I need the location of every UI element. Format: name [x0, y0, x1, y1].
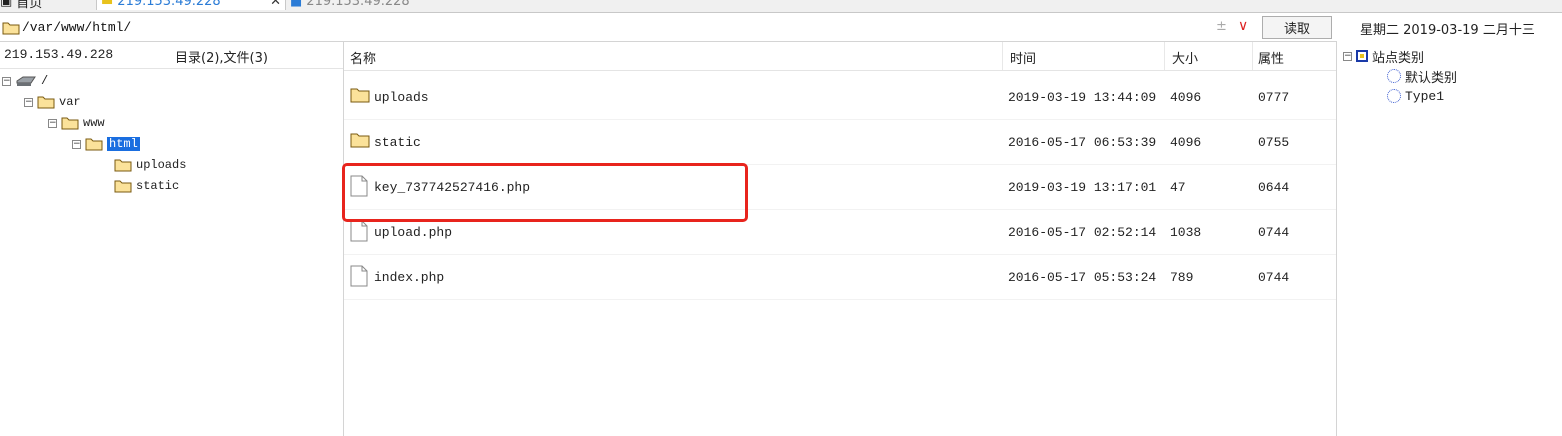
file-list-pane: 名称 时间 大小 属性 uploads 2019-03-19 13:44:09 …: [344, 42, 1337, 436]
category-circle-icon: [1387, 89, 1401, 103]
item-count-label: 目录(2),文件(3): [175, 51, 268, 66]
tree-label: www: [83, 116, 105, 130]
column-divider[interactable]: [1002, 42, 1003, 70]
collapse-toggle-icon[interactable]: −: [24, 97, 33, 107]
tree-label-selected: html: [107, 137, 140, 151]
category-item[interactable]: Type1: [1387, 87, 1444, 105]
file-icon: [350, 265, 368, 287]
tab-active-site[interactable]: ▬ 219.153.49.228 ✕: [96, 0, 286, 10]
monitor-icon: ■: [290, 0, 303, 9]
tab-other-label: 219.153.49.228: [306, 0, 410, 9]
directory-tree-pane: 219.153.49.228 目录(2),文件(3) − / − var − w…: [0, 42, 344, 436]
folder-icon: ▬: [101, 0, 114, 9]
tab-strip: ▣ 首页 ▬ 219.153.49.228 ✕ ■ 219.153.49.228: [0, 0, 1562, 13]
file-size: 789: [1170, 270, 1194, 285]
tab-active-label: 219.153.49.228: [117, 0, 221, 9]
home-icon: ▣: [0, 0, 13, 9]
category-item-label: Type1: [1405, 88, 1445, 104]
file-name: index.php: [374, 270, 445, 285]
folder-open-icon: [85, 138, 103, 151]
tab-home[interactable]: ▣ 首页: [0, 0, 43, 11]
site-category-pane: − 站点类别 默认类别 Type1: [1337, 42, 1562, 436]
date-display: 星期二 2019-03-19 二月十三: [1338, 15, 1562, 41]
highlight-annotation-box: [342, 163, 748, 222]
sort-arrows-icon[interactable]: ±: [1216, 19, 1227, 34]
folder-open-icon: [37, 96, 55, 109]
folder-icon: [350, 133, 370, 148]
tab-home-label: 首页: [16, 0, 43, 11]
file-time: 2019-03-19 13:44:09: [1008, 90, 1157, 105]
tree-node-uploads[interactable]: uploads: [114, 156, 186, 174]
tree-label: /: [41, 74, 49, 88]
tree-node-html[interactable]: − html: [72, 135, 140, 153]
column-header-time[interactable]: 时间: [1010, 48, 1036, 67]
tree-node-static[interactable]: static: [114, 177, 179, 195]
path-input[interactable]: /var/www/html/: [22, 20, 131, 35]
file-attr: 0744: [1258, 270, 1290, 285]
file-time: 2019-03-19 13:17:01: [1008, 180, 1157, 195]
category-item[interactable]: 默认类别: [1387, 67, 1458, 86]
file-size: 47: [1170, 180, 1186, 195]
file-time: 2016-05-17 06:53:39: [1008, 135, 1157, 150]
file-attr: 0644: [1258, 180, 1290, 195]
column-divider[interactable]: [1164, 42, 1165, 70]
file-row[interactable]: static 2016-05-17 06:53:39 4096 0755: [344, 119, 1336, 165]
folder-icon: [2, 22, 20, 35]
category-circle-icon: [1387, 69, 1401, 83]
file-size: 4096: [1170, 90, 1202, 105]
file-attr: 0744: [1258, 225, 1290, 240]
chevron-down-icon[interactable]: ∨: [1238, 18, 1248, 34]
file-size: 1038: [1170, 225, 1202, 240]
file-size: 4096: [1170, 135, 1202, 150]
collapse-toggle-icon[interactable]: −: [1343, 51, 1352, 61]
column-header-name[interactable]: 名称: [350, 48, 376, 67]
folder-icon: [114, 159, 132, 172]
column-header-attr[interactable]: 属性: [1258, 48, 1284, 67]
file-name: static: [374, 135, 421, 150]
file-row[interactable]: index.php 2016-05-17 05:53:24 789 0744: [344, 254, 1336, 300]
tree-label: var: [59, 95, 81, 109]
tab-other-site[interactable]: ■ 219.153.49.228: [290, 0, 410, 10]
file-time: 2016-05-17 05:53:24: [1008, 270, 1157, 285]
file-attr: 0755: [1258, 135, 1290, 150]
tree-node-var[interactable]: − var: [24, 93, 81, 111]
file-attr: 0777: [1258, 90, 1290, 105]
file-list-header: 名称 时间 大小 属性: [344, 42, 1336, 71]
close-icon[interactable]: ✕: [270, 0, 281, 9]
disk-icon: [16, 76, 36, 86]
tree-label: static: [136, 179, 180, 193]
file-icon: [350, 220, 368, 242]
category-root-label: 站点类别: [1372, 50, 1425, 66]
host-label: 219.153.49.228: [4, 47, 114, 62]
tree-header: 219.153.49.228 目录(2),文件(3): [0, 42, 343, 69]
column-divider[interactable]: [1252, 42, 1253, 70]
collapse-toggle-icon[interactable]: −: [2, 76, 11, 86]
collapse-toggle-icon[interactable]: −: [48, 118, 57, 128]
address-bar: /var/www/html/ ± ∨ 读取: [0, 15, 1337, 42]
tree-label: uploads: [136, 158, 187, 172]
folder-icon: [114, 180, 132, 193]
read-button[interactable]: 读取: [1262, 16, 1332, 39]
column-header-size[interactable]: 大小: [1172, 48, 1198, 67]
date-text: 星期二 2019-03-19 二月十三: [1360, 23, 1535, 38]
tree-node-root[interactable]: − /: [2, 72, 48, 90]
file-name: upload.php: [374, 225, 453, 240]
file-time: 2016-05-17 02:52:14: [1008, 225, 1157, 240]
file-name: uploads: [374, 90, 429, 105]
tree-node-www[interactable]: − www: [48, 114, 105, 132]
category-item-label: 默认类别: [1405, 70, 1458, 86]
folder-icon: [350, 88, 370, 103]
collapse-toggle-icon[interactable]: −: [72, 139, 81, 149]
file-row[interactable]: uploads 2019-03-19 13:44:09 4096 0777: [344, 74, 1336, 120]
site-category-icon: [1356, 50, 1368, 62]
folder-open-icon: [61, 117, 79, 130]
category-root[interactable]: − 站点类别: [1343, 47, 1425, 66]
